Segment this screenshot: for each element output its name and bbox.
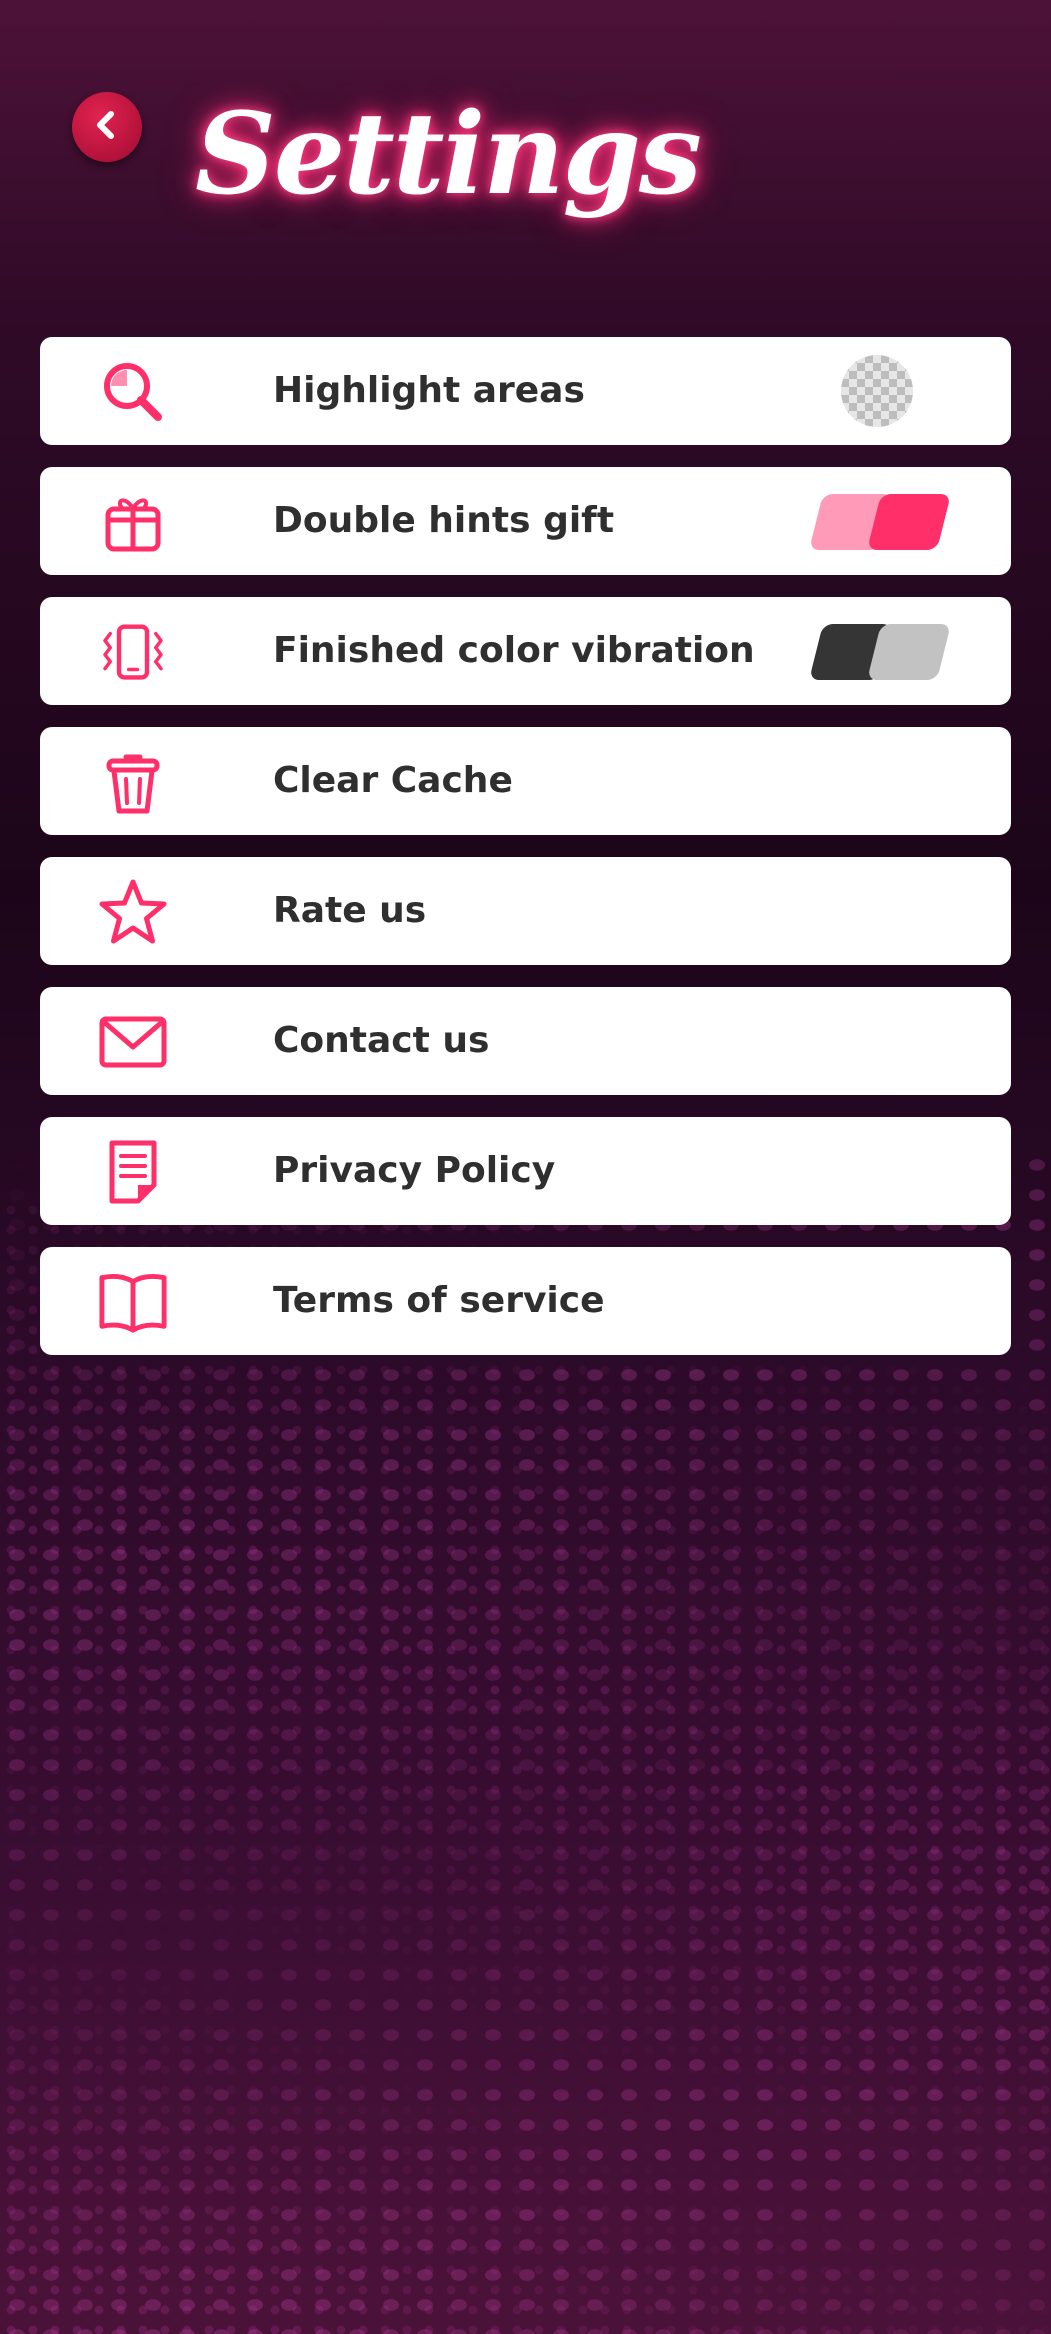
setting-row-rate[interactable]: Rate us [40,857,1011,965]
setting-label-contact: Contact us [273,1020,490,1061]
toggle-knob [867,494,951,550]
setting-row-clear-cache[interactable]: Clear Cache [40,727,1011,835]
setting-label-highlight: Highlight areas [273,370,585,411]
chevron-left-icon [90,108,124,146]
toggle-track [867,624,951,680]
setting-label-rate: Rate us [273,890,427,931]
setting-label-clear-cache: Clear Cache [273,760,513,801]
magnifier-icon [98,357,168,427]
envelope-icon [98,1007,168,1077]
setting-row-terms[interactable]: Terms of service [40,1247,1011,1355]
setting-row-double-hints[interactable]: Double hints gift [40,467,1011,575]
page-title: Settings [195,89,702,220]
setting-row-vibration[interactable]: Finished color vibration [40,597,1011,705]
back-button[interactable] [72,92,142,162]
document-icon [98,1137,168,1207]
book-icon [98,1267,168,1337]
setting-row-contact[interactable]: Contact us [40,987,1011,1095]
settings-list: Highlight areas Double hints gift Finish… [40,337,1011,1377]
star-icon [98,877,168,947]
phone-vibrate-icon [98,617,168,687]
setting-label-terms: Terms of service [273,1280,605,1321]
double-hints-toggle[interactable] [809,494,951,550]
setting-row-highlight[interactable]: Highlight areas [40,337,1011,445]
setting-label-privacy: Privacy Policy [273,1150,556,1191]
setting-row-privacy[interactable]: Privacy Policy [40,1117,1011,1225]
vibration-toggle[interactable] [809,624,951,680]
trash-icon [98,747,168,817]
highlight-color-swatch[interactable] [841,355,913,427]
setting-label-vibration: Finished color vibration [273,630,755,671]
setting-label-double-hints: Double hints gift [273,500,615,541]
gift-icon [98,487,168,557]
